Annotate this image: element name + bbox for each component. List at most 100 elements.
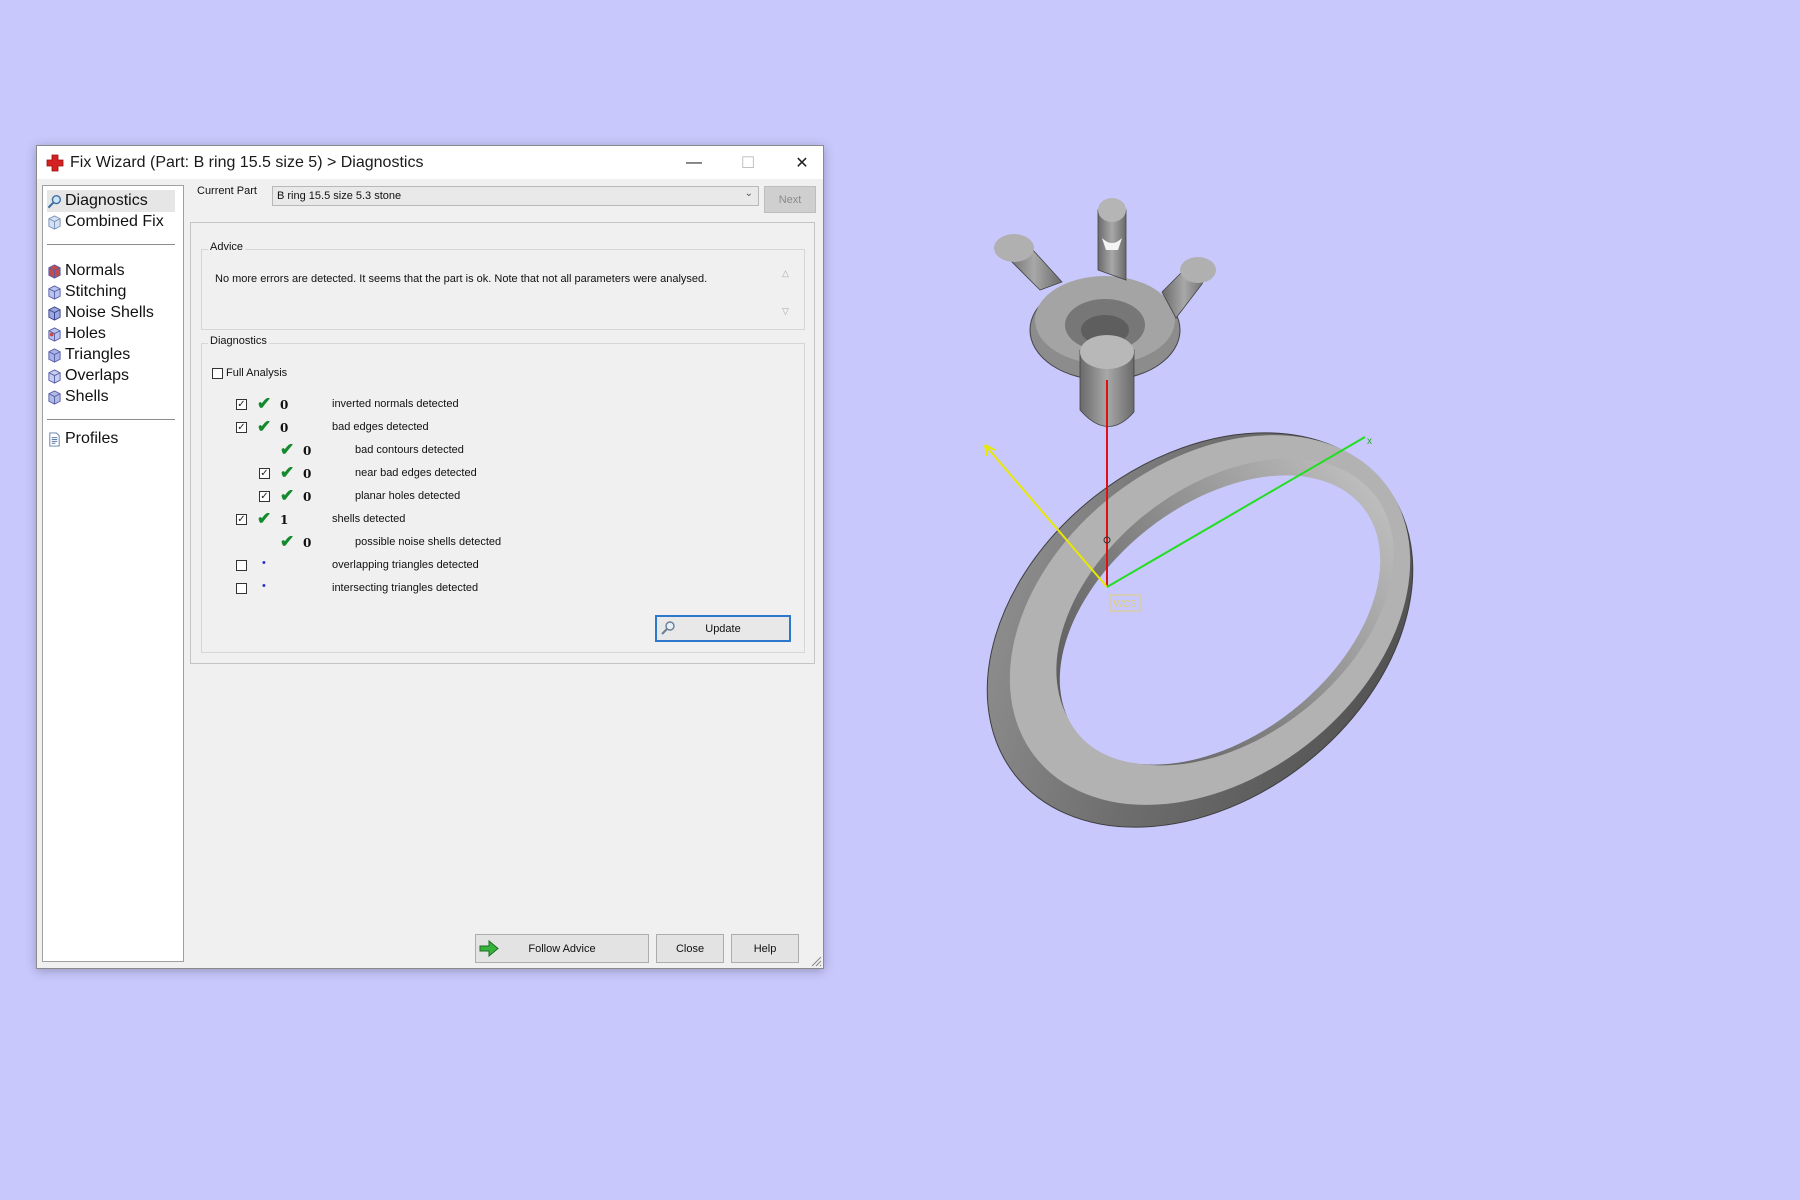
row-checkbox[interactable] [236, 560, 247, 571]
diagnostics-group: Diagnostics Full Analysis ✓ ✔ 0 inverted… [201, 335, 805, 653]
check-icon: ✔ [280, 463, 295, 482]
advice-title: Advice [208, 241, 246, 253]
cube-icon [48, 305, 61, 321]
nav-item-normals[interactable]: Normals [47, 260, 125, 282]
cube-icon [48, 368, 61, 384]
nav-item-holes[interactable]: Holes [47, 323, 106, 345]
row-checkbox[interactable]: ✓ [236, 514, 247, 525]
nav-item-label: Overlaps [65, 367, 130, 384]
nav-item-label: Profiles [65, 430, 119, 447]
chevron-down-icon[interactable]: ⌄ [745, 188, 753, 199]
close-button[interactable]: Close [656, 934, 724, 963]
check-icon: ✔ [280, 486, 295, 505]
row-value: 0 [303, 444, 312, 458]
check-icon: ✔ [257, 509, 272, 528]
nav-item-diagnostics[interactable]: Diagnostics [47, 190, 175, 212]
red-cross-icon [46, 154, 64, 171]
row-label: bad contours detected [355, 444, 464, 456]
nav-item-triangles[interactable]: Triangles [47, 344, 130, 366]
cube-icon [48, 326, 61, 342]
cube-icon [48, 347, 61, 363]
row-label: near bad edges detected [355, 467, 477, 479]
row-checkbox[interactable]: ✓ [259, 491, 270, 502]
current-part-select[interactable]: B ring 15.5 size 5.3 stone ⌄ [272, 186, 759, 206]
row-checkbox[interactable]: ✓ [259, 468, 270, 479]
maximize-button[interactable]: ☐ [721, 146, 775, 179]
row-label: possible noise shells detected [355, 536, 502, 548]
diagnostics-title: Diagnostics [208, 335, 269, 347]
nav-item-overlaps[interactable]: Overlaps [47, 365, 129, 387]
check-icon: ✔ [280, 532, 295, 551]
row-checkbox[interactable]: ✓ [236, 422, 247, 433]
nav-item-label: Shells [65, 388, 109, 405]
check-icon: ✔ [257, 394, 272, 413]
nav-item-label: Noise Shells [65, 304, 154, 321]
title-bar[interactable]: Fix Wizard (Part: B ring 15.5 size 5) > … [37, 146, 823, 179]
pending-dot-icon: • [262, 557, 266, 569]
x-axis-label: x [1367, 436, 1372, 447]
current-part-value: B ring 15.5 size 5.3 stone [277, 190, 402, 202]
row-label: intersecting triangles detected [332, 582, 479, 594]
nav-item-label: Combined Fix [65, 213, 164, 230]
nav-item-stitching[interactable]: Stitching [47, 281, 126, 303]
magnifier-icon [47, 194, 62, 208]
nav-separator [47, 244, 175, 245]
row-value: 0 [303, 536, 312, 550]
advice-text: No more errors are detected. It seems th… [215, 273, 708, 285]
green-arrow-icon [479, 940, 499, 957]
row-label: planar holes detected [355, 490, 461, 502]
scroll-down-icon[interactable]: ▽ [782, 306, 789, 317]
nav-item-label: Diagnostics [65, 192, 148, 209]
update-label: Update [705, 622, 741, 635]
ring-model[interactable] [910, 198, 1470, 860]
row-value: 0 [280, 398, 289, 412]
row-label: bad edges detected [332, 421, 429, 433]
row-value: 0 [280, 421, 289, 435]
row-label: inverted normals detected [332, 398, 459, 410]
help-button[interactable]: Help [731, 934, 799, 963]
nav-item-label: Holes [65, 325, 106, 342]
nav-item-noise-shells[interactable]: Noise Shells [47, 302, 154, 324]
minimize-button[interactable]: — [667, 146, 721, 179]
full-analysis-label: Full Analysis [226, 367, 288, 379]
current-part-label: Current Part [197, 185, 257, 197]
row-checkbox[interactable]: ✓ [236, 399, 247, 410]
nav-item-label: Stitching [65, 283, 127, 300]
nav-item-profiles[interactable]: Profiles [47, 428, 118, 450]
scroll-up-icon[interactable]: △ [782, 268, 789, 279]
cube-icon [48, 284, 61, 300]
close-window-button[interactable]: ✕ [775, 146, 829, 179]
diagnostics-panel: Advice No more errors are detected. It s… [190, 222, 815, 664]
wcs-label: WCS [1113, 599, 1137, 610]
nav-item-combined-fix[interactable]: Combined Fix [47, 211, 164, 233]
cube-icon [48, 263, 61, 279]
cube-icon [48, 389, 61, 405]
window-title: Fix Wizard (Part: B ring 15.5 size 5) > … [70, 153, 424, 171]
full-analysis-option[interactable]: Full Analysis [212, 367, 287, 379]
advice-scrollbar[interactable]: △ ▽ [782, 268, 794, 320]
resize-grip-icon[interactable] [810, 955, 822, 967]
nav-separator [47, 419, 175, 420]
nav-item-shells[interactable]: Shells [47, 386, 109, 408]
row-checkbox[interactable] [236, 583, 247, 594]
pending-dot-icon: • [262, 580, 266, 592]
follow-advice-label: Follow Advice [528, 942, 596, 955]
check-icon: ✔ [257, 417, 272, 436]
3d-viewport[interactable]: x WCS [880, 180, 1470, 860]
row-value: 1 [280, 513, 289, 527]
row-label: overlapping triangles detected [332, 559, 479, 571]
cube-icon [48, 214, 61, 230]
document-icon [49, 431, 60, 447]
advice-group: Advice No more errors are detected. It s… [201, 241, 805, 330]
nav-item-label: Triangles [65, 346, 131, 363]
next-button[interactable]: Next [764, 186, 816, 213]
nav-item-label: Normals [65, 262, 125, 279]
full-analysis-checkbox[interactable] [212, 367, 223, 379]
magnifier-icon [661, 621, 675, 635]
row-value: 0 [303, 490, 312, 504]
wizard-nav: Diagnostics Combined Fix Normals Stitchi… [42, 185, 184, 962]
follow-advice-button[interactable]: Follow Advice [475, 934, 649, 963]
update-button[interactable]: Update [655, 615, 791, 642]
row-value: 0 [303, 467, 312, 481]
fix-wizard-dialog: Fix Wizard (Part: B ring 15.5 size 5) > … [36, 145, 824, 969]
